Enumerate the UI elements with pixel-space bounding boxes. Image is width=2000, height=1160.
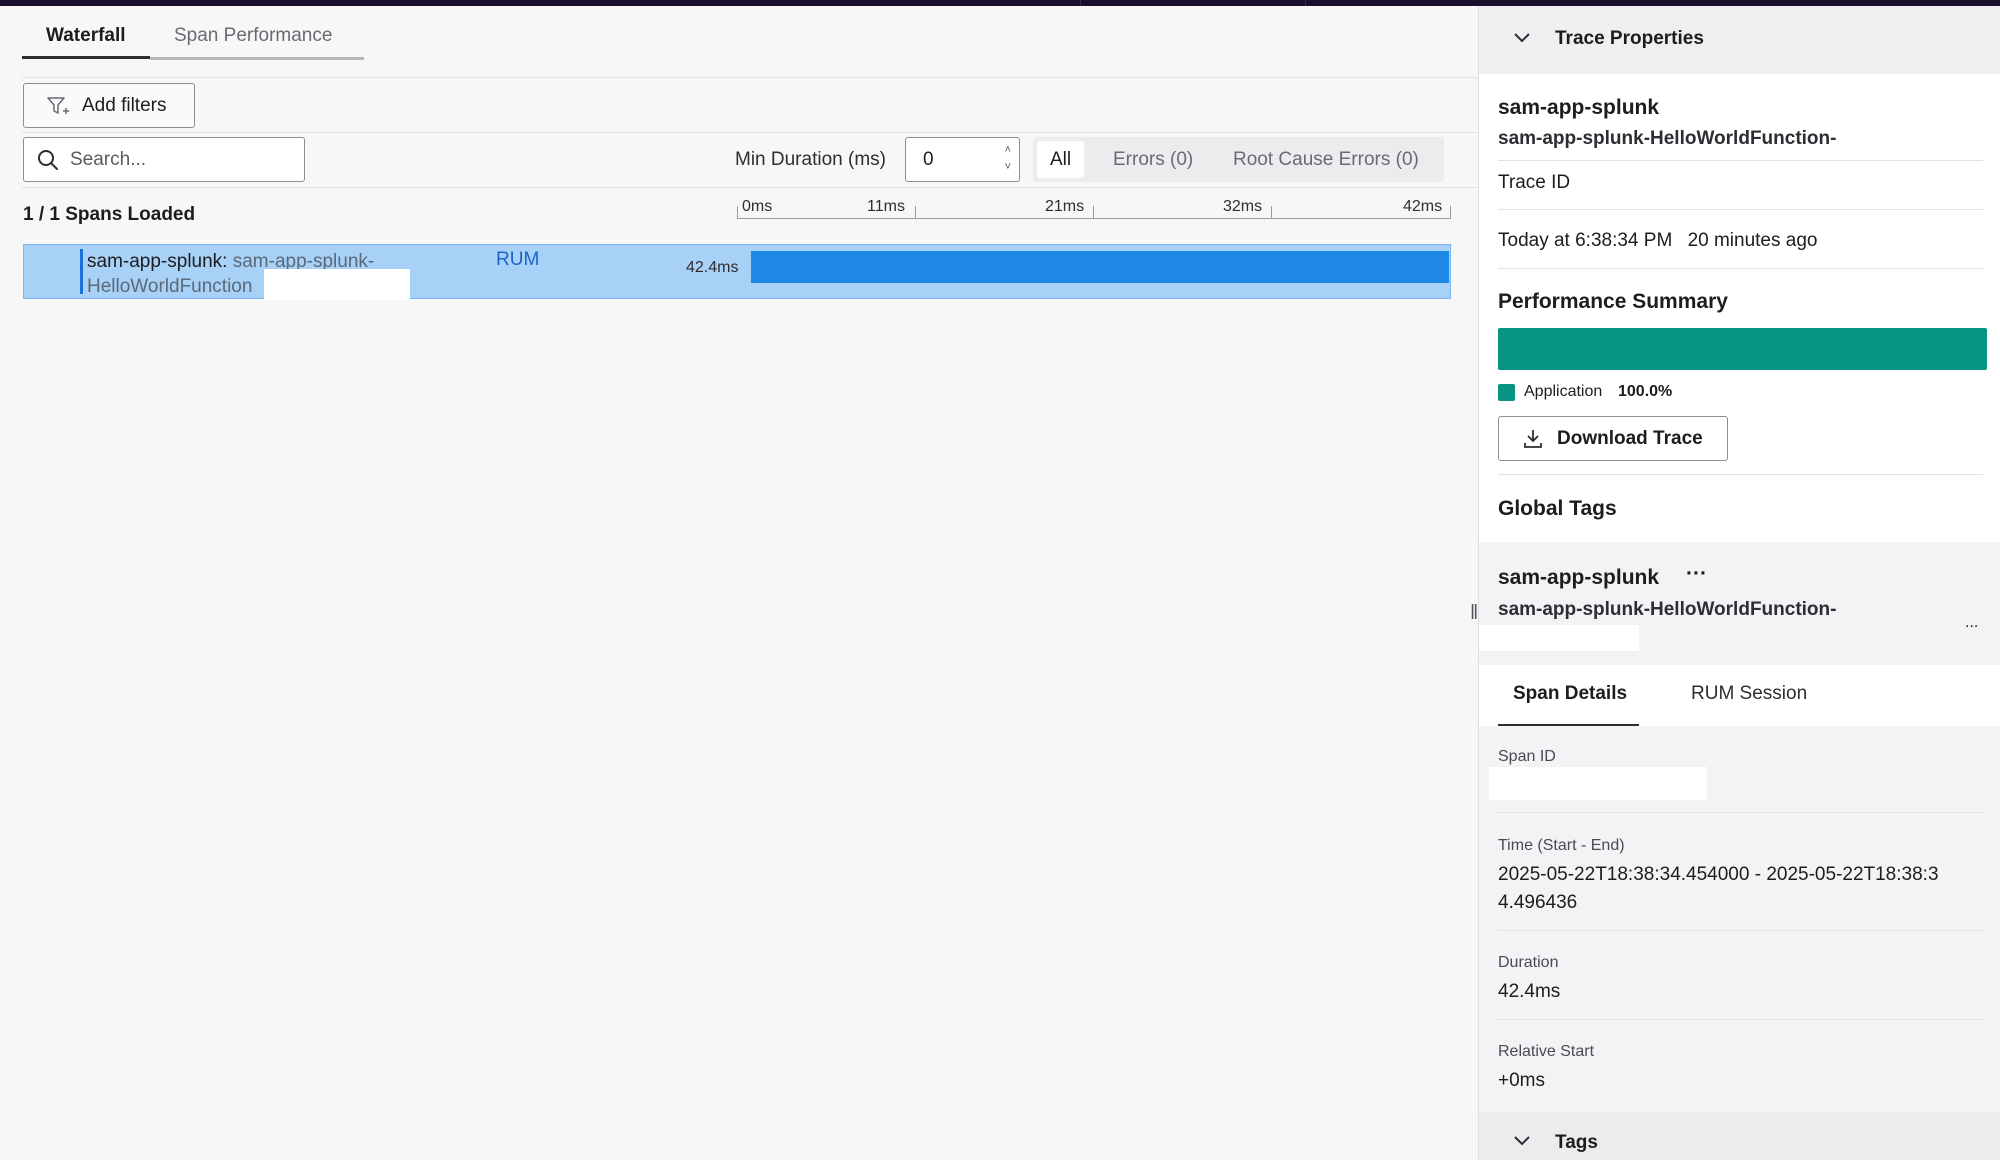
divider: [1498, 474, 1983, 475]
axis-tick-label: 42ms: [1403, 198, 1443, 215]
add-filters-label: Add filters: [82, 94, 167, 116]
time-range-value-line1: 2025-05-22T18:38:34.454000 - 2025-05-22T…: [1498, 864, 1939, 885]
trace-id-label: Trace ID: [1498, 172, 1571, 193]
search-box[interactable]: [23, 137, 305, 182]
min-duration-label: Min Duration (ms): [735, 149, 886, 170]
min-duration-value: 0: [923, 149, 934, 170]
span-duration: 42.4ms: [686, 259, 739, 276]
performance-summary-title: Performance Summary: [1498, 290, 1728, 313]
tab-rum-session[interactable]: RUM Session: [1691, 683, 1807, 705]
search-input[interactable]: [70, 148, 290, 171]
divider: [22, 187, 1478, 188]
span-service-name: sam-app-splunk: [1498, 566, 1660, 589]
segment-all[interactable]: All: [1037, 141, 1085, 178]
min-duration-input[interactable]: 0 ˄ ˅: [905, 137, 1020, 182]
application-legend-swatch: [1498, 384, 1515, 401]
chevron-up-icon[interactable]: ˄: [1005, 142, 1011, 159]
axis-tick-label: 11ms: [867, 198, 905, 215]
span-service: sam-app-splunk:: [87, 251, 228, 272]
download-trace-label: Download Trace: [1557, 427, 1703, 449]
trace-start-relative: 20 minutes ago: [1687, 230, 1818, 251]
axis-tick: [915, 206, 916, 219]
search-icon: [38, 149, 58, 170]
filter-add-icon: [47, 96, 69, 114]
axis-tick: [737, 206, 738, 219]
trace-service-name: sam-app-splunk: [1498, 96, 1660, 119]
trace-properties-panel: Trace Properties sam-app-splunk sam-app-…: [1478, 6, 2000, 1160]
rum-badge[interactable]: RUM: [496, 249, 539, 271]
tab-span-details[interactable]: Span Details: [1513, 683, 1627, 705]
application-legend-percent: 100.0%: [1618, 383, 1673, 400]
axis-tick-label: 21ms: [1045, 198, 1085, 215]
divider: [1498, 209, 1983, 210]
application-legend-label: Application: [1524, 383, 1603, 400]
divider: [1498, 812, 1983, 813]
span-operation-line2: HelloWorldFunction: [87, 276, 253, 297]
axis-tick-label: 0ms: [742, 198, 773, 215]
span-id-label: Span ID: [1498, 748, 1556, 765]
download-icon: [1524, 429, 1542, 448]
duration-label: Duration: [1498, 954, 1559, 971]
divider: [1498, 160, 1983, 161]
performance-summary-bar: [1498, 328, 1987, 370]
span-operation-name: sam-app-splunk-HelloWorldFunction-: [1498, 599, 1837, 620]
span-row[interactable]: sam-app-splunk: sam-app-splunk- HelloWor…: [23, 244, 1451, 300]
axis-tick: [1271, 206, 1272, 219]
add-filters-button[interactable]: Add filters: [23, 83, 195, 128]
waterfall-pane: Waterfall Span Performance Add filters M…: [0, 6, 1478, 1160]
timeline-axis: 0ms 11ms 21ms 32ms 42ms: [737, 192, 1451, 222]
span-depth-marker: [80, 249, 83, 294]
trace-start-time: Today at 6:38:34 PM 20 minutes ago: [1498, 230, 1817, 252]
segment-errors[interactable]: Errors (0): [1100, 141, 1206, 178]
relative-start-value: +0ms: [1498, 1070, 1545, 1091]
trace-properties-title: Trace Properties: [1555, 28, 1704, 49]
span-duration-bar[interactable]: [751, 251, 1449, 283]
duration-value: 42.4ms: [1498, 981, 1561, 1002]
trace-start-today: Today at 6:38:34 PM: [1498, 230, 1673, 251]
axis-tick: [1093, 206, 1094, 219]
divider: [1498, 1019, 1983, 1020]
axis-tick: [1450, 206, 1451, 219]
tab-active-underline: [22, 56, 150, 59]
redacted-block: [1479, 625, 1639, 651]
relative-start-label: Relative Start: [1498, 1043, 1595, 1060]
divider: [22, 77, 1478, 78]
time-range-value-line2: 4.496436: [1498, 892, 1578, 913]
chevron-down-icon[interactable]: [1511, 1129, 1533, 1151]
trace-operation-name: sam-app-splunk-HelloWorldFunction-: [1498, 128, 1837, 149]
redacted-block: [264, 269, 410, 300]
divider: [1498, 268, 1983, 269]
time-range-label: Time (Start - End): [1498, 837, 1625, 854]
error-filter-segment: All Errors (0) Root Cause Errors (0): [1033, 137, 1444, 182]
chevron-down-icon[interactable]: [1511, 26, 1533, 48]
stepper-arrows[interactable]: ˄ ˅: [1005, 142, 1011, 176]
tab-inactive-underline: [150, 57, 364, 60]
axis-tick-label: 32ms: [1223, 198, 1263, 215]
chevron-down-icon[interactable]: ˅: [1005, 159, 1011, 176]
redacted-block: [1489, 767, 1707, 800]
expand-ellipsis-icon[interactable]: ...: [1965, 614, 1978, 632]
spans-loaded-count: 1 / 1 Spans Loaded: [23, 204, 196, 225]
axis-line: [737, 218, 1451, 219]
more-options-icon[interactable]: ···: [1686, 562, 1707, 586]
download-trace-button[interactable]: Download Trace: [1498, 416, 1728, 461]
segment-root-cause-errors[interactable]: Root Cause Errors (0): [1220, 141, 1432, 178]
trace-properties-header[interactable]: Trace Properties: [1479, 6, 2000, 74]
tags-title: Tags: [1555, 1132, 1598, 1153]
divider: [1498, 930, 1983, 931]
global-tags-title: Global Tags: [1498, 497, 1617, 520]
divider: [22, 132, 1478, 133]
